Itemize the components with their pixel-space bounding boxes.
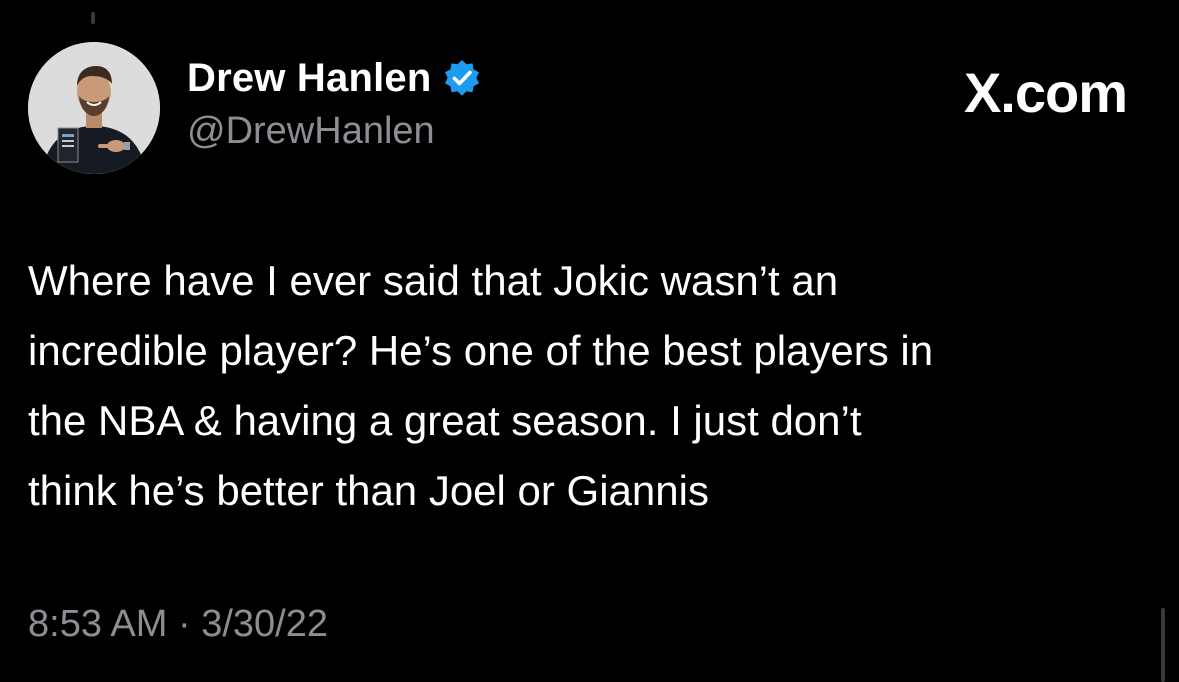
display-name[interactable]: Drew Hanlen (187, 56, 432, 101)
avatar[interactable] (28, 42, 160, 174)
profile-photo-icon (28, 42, 160, 174)
tweet-text: Where have I ever said that Jokic wasn’t… (28, 257, 934, 514)
site-label: X.com (963, 61, 1128, 124)
scrollbar[interactable] (1161, 608, 1165, 682)
top-divider-mark (91, 12, 95, 24)
user-handle[interactable]: @DrewHanlen (187, 110, 435, 153)
author-name-row: Drew Hanlen (187, 54, 482, 102)
verified-badge-icon (442, 58, 482, 98)
tweet-timestamp[interactable]: 8:53 AM · 3/30/22 (28, 603, 328, 646)
